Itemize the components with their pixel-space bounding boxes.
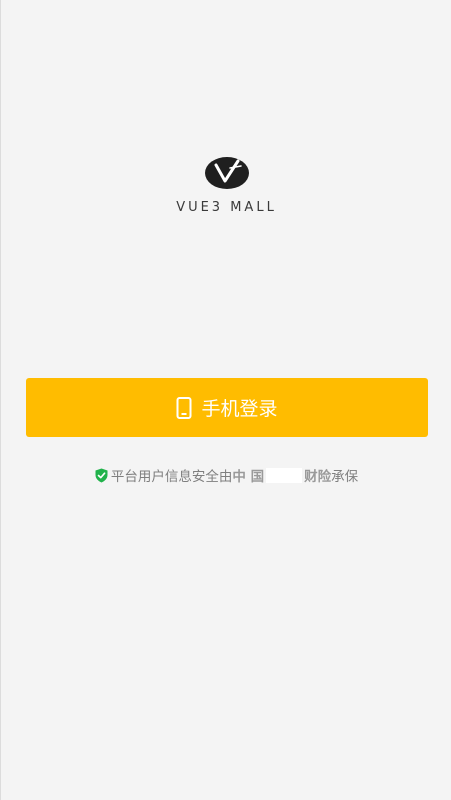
logo-text: VUE3 MALL <box>176 200 277 215</box>
phone-icon <box>176 396 192 419</box>
notice-prefix: 平台用户信息安全由 <box>110 469 233 485</box>
shield-check-icon <box>95 468 108 482</box>
insurer-name-part1: 中 国 <box>232 469 265 485</box>
insurer-name-redaction <box>266 467 303 483</box>
phone-login-label: 手机登录 <box>201 398 278 420</box>
notice-suffix: 承保 <box>331 469 359 485</box>
logo-v-icon <box>204 157 249 189</box>
phone-login-button[interactable]: 手机登录 <box>26 378 428 437</box>
security-notice: 平台用户信息安全由 中 国 财险 承保 <box>1 465 451 485</box>
brand-logo: VUE3 MALL <box>1 156 451 215</box>
insurer-name-part2: 财险 <box>304 469 332 485</box>
